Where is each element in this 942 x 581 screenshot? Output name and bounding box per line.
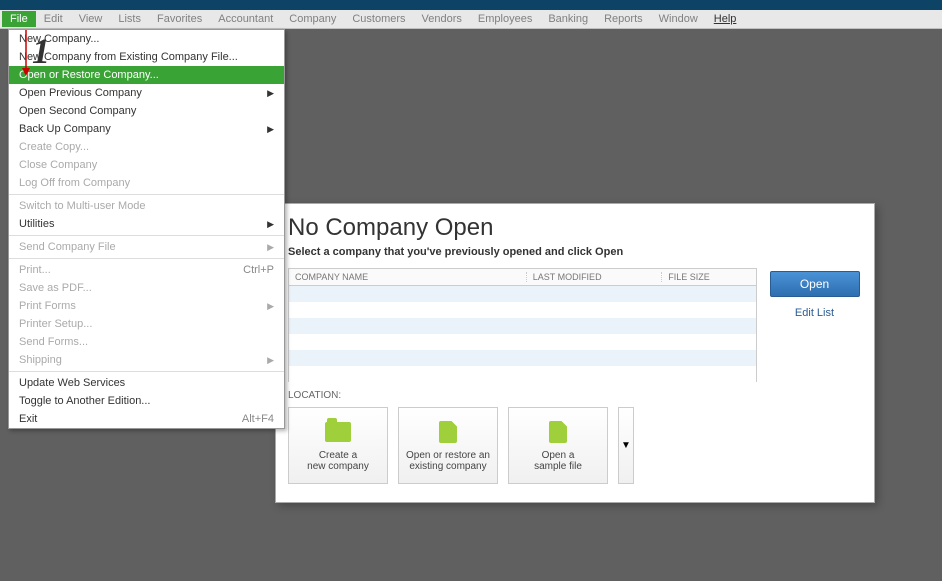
menu-separator [9,235,284,236]
document-icon [549,421,567,443]
file-dropdown-menu: New Company... New Company from Existing… [8,29,285,429]
card-label: new company [307,461,369,472]
menu-switch-multiuser: Switch to Multi-user Mode [9,197,284,215]
menu-favorites[interactable]: Favorites [149,11,210,27]
folder-icon [325,422,351,442]
menu-new-from-existing[interactable]: New Company from Existing Company File..… [9,48,284,66]
title-bar [0,0,942,10]
menu-send-company: Send Company File▶ [9,238,284,256]
company-table: COMPANY NAME LAST MODIFIED FILE SIZE [288,268,757,382]
menu-print: Print...Ctrl+P [9,261,284,279]
menu-customers[interactable]: Customers [344,11,413,27]
menu-company[interactable]: Company [281,11,344,27]
card-label: Create a [319,450,357,461]
menu-print-forms: Print Forms▶ [9,297,284,315]
menu-send-forms: Send Forms... [9,333,284,351]
menu-separator [9,194,284,195]
card-label: sample file [534,461,582,472]
table-row[interactable] [289,350,756,366]
menu-logoff: Log Off from Company [9,174,284,192]
sample-dropdown-toggle[interactable]: ▼ [618,407,634,484]
menu-lists[interactable]: Lists [110,11,149,27]
menu-vendors[interactable]: Vendors [414,11,470,27]
create-new-company-card[interactable]: Create anew company [288,407,388,484]
menu-utilities[interactable]: Utilities▶ [9,215,284,233]
menu-backup[interactable]: Back Up Company▶ [9,120,284,138]
table-row[interactable] [289,334,756,350]
open-button[interactable]: Open [770,271,860,297]
menu-separator [9,371,284,372]
table-row[interactable] [289,366,756,382]
menu-open-previous[interactable]: Open Previous Company▶ [9,84,284,102]
menu-printer-setup: Printer Setup... [9,315,284,333]
chevron-right-icon: ▶ [267,219,274,230]
card-label: existing company [409,461,486,472]
no-company-open-dialog: No Company Open Select a company that yo… [275,203,875,503]
chevron-right-icon: ▶ [267,242,274,253]
chevron-right-icon: ▶ [267,301,274,312]
menu-employees[interactable]: Employees [470,11,540,27]
menu-shipping: Shipping▶ [9,351,284,369]
location-label: LOCATION: [288,390,862,401]
table-row[interactable] [289,302,756,318]
card-label: Open a [542,450,575,461]
menu-open-second[interactable]: Open Second Company [9,102,284,120]
menu-window[interactable]: Window [651,11,706,27]
col-company-name[interactable]: COMPANY NAME [289,272,526,282]
menu-accountant[interactable]: Accountant [210,11,281,27]
edit-list-link[interactable]: Edit List [795,307,834,319]
menu-view[interactable]: View [71,11,111,27]
menu-separator [9,258,284,259]
dialog-title: No Company Open [288,214,862,242]
document-icon [439,421,457,443]
menu-new-company[interactable]: New Company... [9,30,284,48]
col-last-modified[interactable]: LAST MODIFIED [526,272,662,282]
card-label: Open or restore an [406,450,490,461]
menu-toggle-edition[interactable]: Toggle to Another Edition... [9,392,284,410]
table-row[interactable] [289,286,756,302]
table-row[interactable] [289,318,756,334]
chevron-down-icon: ▼ [621,440,631,451]
menu-banking[interactable]: Banking [540,11,596,27]
chevron-right-icon: ▶ [267,88,274,99]
menu-file[interactable]: File [2,11,36,27]
menu-save-pdf: Save as PDF... [9,279,284,297]
menu-create-copy: Create Copy... [9,138,284,156]
menu-help[interactable]: Help [706,11,745,27]
chevron-right-icon: ▶ [267,355,274,366]
menu-open-restore-company[interactable]: Open or Restore Company... [9,66,284,84]
menu-reports[interactable]: Reports [596,11,651,27]
menu-exit[interactable]: ExitAlt+F4 [9,410,284,428]
col-file-size[interactable]: FILE SIZE [661,272,756,282]
table-header: COMPANY NAME LAST MODIFIED FILE SIZE [288,268,757,286]
menu-bar: File Edit View Lists Favorites Accountan… [0,10,942,29]
menu-close-company: Close Company [9,156,284,174]
dialog-subtitle: Select a company that you've previously … [288,246,862,258]
menu-edit[interactable]: Edit [36,11,71,27]
table-body[interactable] [288,286,757,382]
chevron-right-icon: ▶ [267,124,274,135]
menu-update-web[interactable]: Update Web Services [9,374,284,392]
open-restore-existing-card[interactable]: Open or restore anexisting company [398,407,498,484]
open-sample-file-card[interactable]: Open asample file [508,407,608,484]
